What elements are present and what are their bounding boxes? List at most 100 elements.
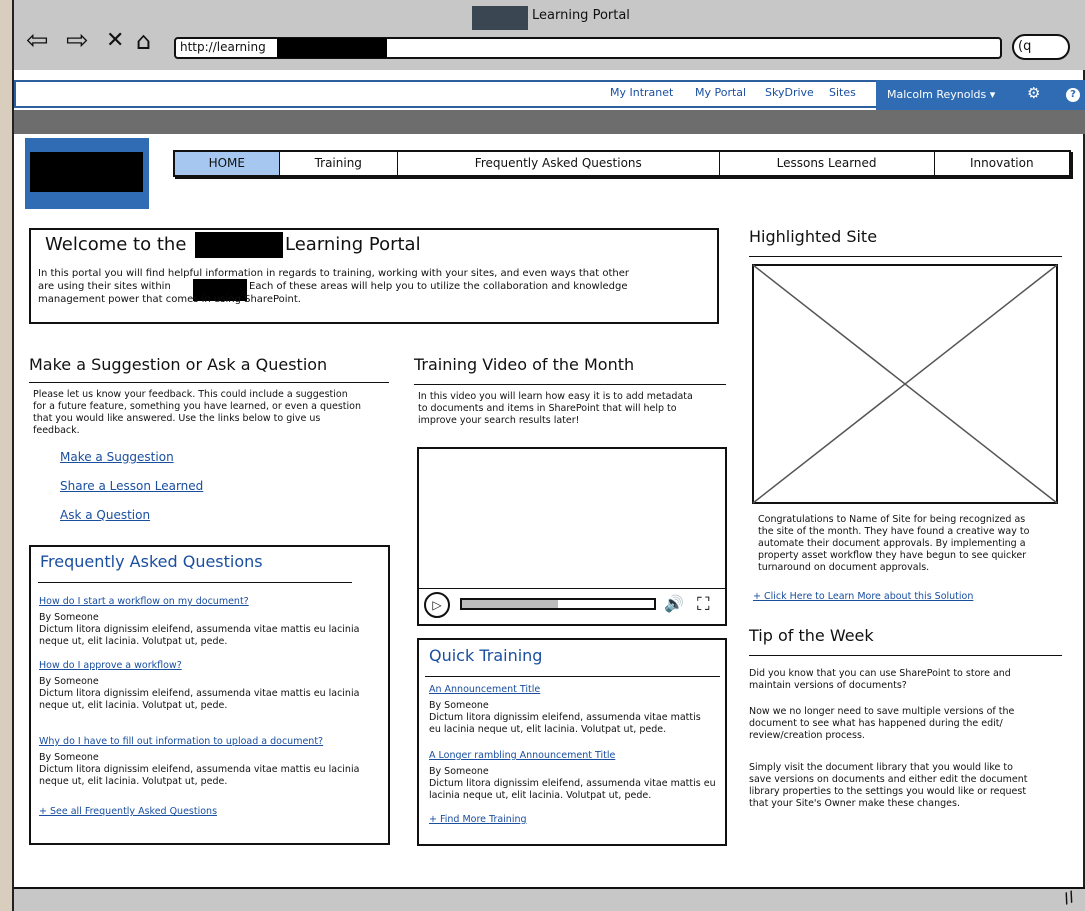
redacted-block	[195, 232, 283, 258]
divider	[749, 655, 1062, 656]
play-icon[interactable]: ▷	[424, 592, 450, 618]
nav-lessons-learned[interactable]: Lessons Learned	[720, 152, 935, 175]
find-more-training-link[interactable]: + Find More Training	[429, 814, 527, 826]
announcement-link[interactable]: An Announcement Title	[429, 684, 540, 696]
help-icon[interactable]: ?	[1066, 88, 1080, 102]
welcome-title: Welcome to the	[45, 234, 187, 255]
welcome-text: are using their sites within	[38, 281, 171, 292]
video-title: Training Video of the Month	[414, 355, 635, 374]
divider	[38, 582, 352, 583]
search-button[interactable]: (q	[1012, 34, 1070, 60]
status-bar	[14, 887, 1085, 911]
faq-text: Dictum litora dignissim eleifend, assume…	[39, 624, 360, 635]
suggestion-title: Make a Suggestion or Ask a Question	[29, 355, 328, 374]
nav-home[interactable]: HOME	[175, 152, 280, 175]
suggestion-text: that you would like answered. Use the li…	[33, 413, 321, 424]
home-icon[interactable]: ⌂	[136, 26, 151, 56]
gear-icon[interactable]: ⚙	[1027, 84, 1040, 102]
link-skydrive[interactable]: SkyDrive	[765, 86, 814, 99]
video-text: In this video you will learn how easy it…	[418, 391, 693, 402]
make-suggestion-link[interactable]: Make a Suggestion	[60, 450, 174, 464]
announcement-text: Dictum litora dignissim eleifend, assume…	[429, 778, 716, 789]
tip-text: Now we no longer need to save multiple v…	[749, 706, 1015, 717]
link-my-portal[interactable]: My Portal	[695, 86, 746, 99]
stop-icon[interactable]: ✕	[106, 26, 124, 56]
tip-text: save versions on documents and either ed…	[749, 774, 1028, 785]
welcome-text: management power that comes in using Sha…	[38, 294, 301, 305]
faq-text: neque ut, elit lacinia. Volutpat ut, ped…	[39, 700, 228, 711]
highlighted-text: automate their document approvals. By im…	[758, 538, 1026, 549]
faq-text: neque ut, elit lacinia. Volutpat ut, ped…	[39, 776, 228, 787]
divider	[418, 588, 726, 589]
chevron-down-icon: ▾	[989, 88, 996, 101]
learn-more-link[interactable]: + Click Here to Learn More about this So…	[753, 591, 973, 603]
user-menu[interactable]: Malcolm Reynolds ▾	[887, 88, 995, 101]
volume-icon[interactable]: 🔊	[664, 594, 684, 613]
divider	[425, 676, 720, 677]
faq-question-link[interactable]: How do I start a workflow on my document…	[39, 596, 249, 608]
faq-author: By Someone	[39, 676, 99, 687]
tip-title: Tip of the Week	[749, 626, 874, 645]
ribbon-bar	[14, 110, 1085, 134]
highlighted-text: Congratulations to Name of Site for bein…	[758, 514, 1026, 525]
quick-training-title: Quick Training	[429, 646, 543, 665]
faq-text: Dictum litora dignissim eleifend, assume…	[39, 764, 360, 775]
tip-text: library properties to the settings you w…	[749, 786, 1027, 797]
fullscreen-icon[interactable]: ⛶	[697, 594, 710, 615]
divider	[29, 382, 389, 383]
redacted-block	[277, 38, 387, 58]
highlighted-text: property asset workflow they have begun …	[758, 550, 1027, 561]
video-progress-bar[interactable]	[460, 598, 656, 610]
see-all-faq-link[interactable]: + See all Frequently Asked Questions	[39, 806, 217, 818]
tip-text: review/creation process.	[749, 730, 865, 741]
nav-training[interactable]: Training	[280, 152, 398, 175]
tip-text: Did you know that you can use SharePoint…	[749, 668, 1011, 679]
url-text: http://learning	[180, 40, 266, 54]
image-placeholder	[752, 264, 1058, 504]
video-progress-fill	[462, 600, 558, 608]
announcement-text: lacinia neque ut, elit lacinia. Volutpat…	[429, 790, 652, 801]
user-name: Malcolm Reynolds	[887, 88, 987, 101]
ask-question-link[interactable]: Ask a Question	[60, 508, 150, 522]
highlighted-title: Highlighted Site	[749, 227, 878, 246]
faq-author: By Someone	[39, 752, 99, 763]
announcement-author: By Someone	[429, 700, 489, 711]
announcement-author: By Someone	[429, 766, 489, 777]
tip-text: maintain versions of documents?	[749, 680, 907, 691]
divider	[414, 384, 726, 385]
faq-title: Frequently Asked Questions	[40, 552, 263, 571]
faq-text: Dictum litora dignissim eleifend, assume…	[39, 688, 360, 699]
video-text: improve your search results later!	[418, 415, 580, 426]
faq-question-link[interactable]: Why do I have to fill out information to…	[39, 736, 323, 748]
announcement-text: Dictum litora dignissim eleifend, assume…	[429, 712, 701, 723]
nav-faq[interactable]: Frequently Asked Questions	[398, 152, 720, 175]
announcement-link[interactable]: A Longer rambling Announcement Title	[429, 750, 615, 762]
back-arrow-icon[interactable]: ⇦	[26, 26, 49, 56]
redacted-logo	[30, 152, 143, 192]
suggestion-text: feedback.	[33, 425, 80, 436]
welcome-text: In this portal you will find helpful inf…	[38, 268, 630, 279]
faq-question-link[interactable]: How do I approve a workflow?	[39, 660, 182, 672]
suggestion-text: Please let us know your feedback. This c…	[33, 389, 348, 400]
highlighted-text: the site of the month. They have found a…	[758, 526, 1030, 537]
top-navigation: HOME Training Frequently Asked Questions…	[173, 150, 1071, 177]
link-sites[interactable]: Sites	[829, 86, 856, 99]
search-icon: (q	[1018, 39, 1032, 54]
welcome-text: Each of these areas will help you to uti…	[249, 281, 628, 292]
nav-innovation[interactable]: Innovation	[935, 152, 1069, 175]
forward-arrow-icon[interactable]: ⇨	[66, 26, 89, 56]
suggestion-text: for a future feature, something you have…	[33, 401, 362, 412]
announcement-text: eu lacinia neque ut, elit lacinia. Volut…	[429, 724, 667, 735]
share-lesson-link[interactable]: Share a Lesson Learned	[60, 479, 203, 493]
window-title: Learning Portal	[532, 8, 630, 23]
tip-text: Simply visit the document library that y…	[749, 762, 1013, 773]
tip-text: that your Site's Owner make these change…	[749, 798, 960, 809]
link-my-intranet[interactable]: My Intranet	[610, 86, 673, 99]
divider	[749, 256, 1062, 257]
welcome-title-end: Learning Portal	[285, 234, 421, 255]
tip-text: document to see what has happened during…	[749, 718, 1003, 729]
faq-author: By Someone	[39, 612, 99, 623]
window-icon	[472, 6, 528, 30]
faq-text: neque ut, elit lacinia. Volutpat ut, ped…	[39, 636, 228, 647]
highlighted-text: turnaround on document approvals.	[758, 562, 930, 573]
